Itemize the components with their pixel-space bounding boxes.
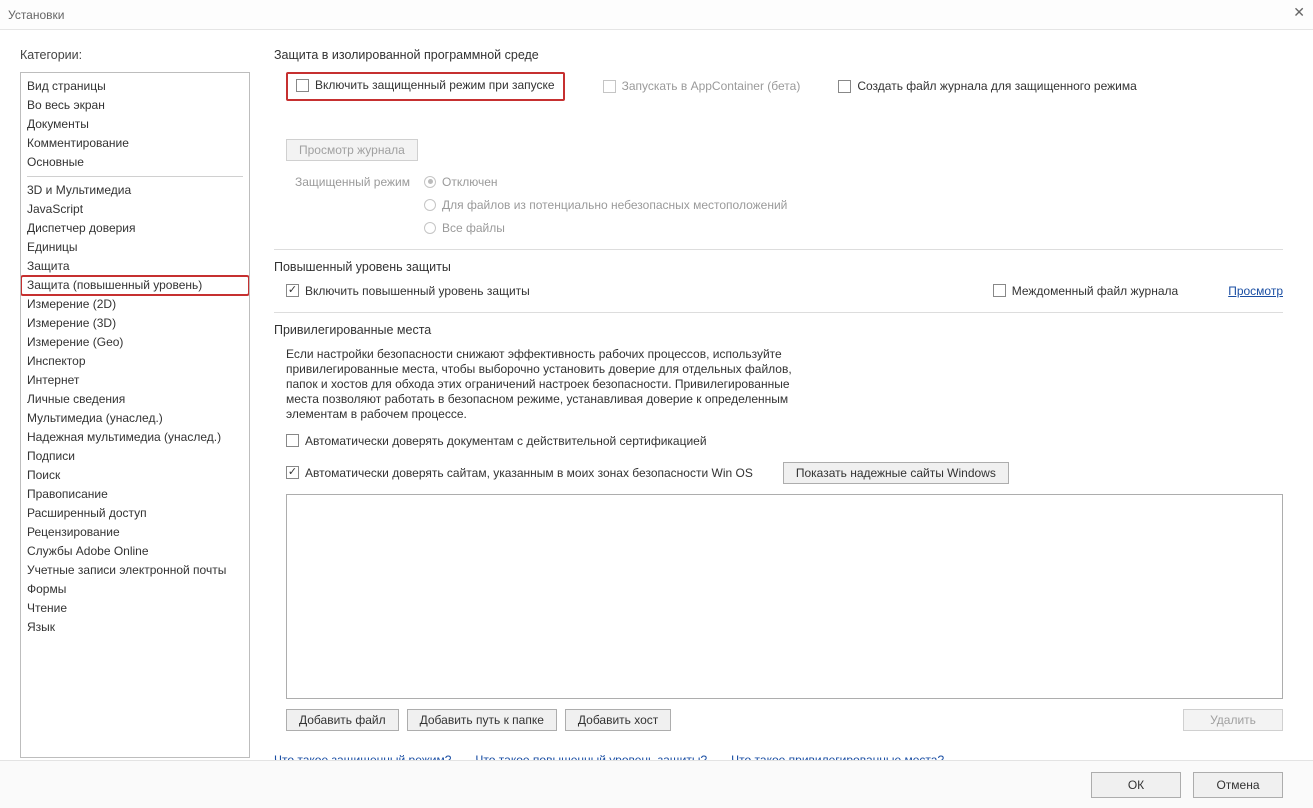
category-item[interactable]: Личные сведения [21, 390, 249, 409]
category-item[interactable]: Вид страницы [21, 77, 249, 96]
checkbox-icon [286, 284, 299, 297]
category-item[interactable]: Документы [21, 115, 249, 134]
category-item[interactable]: Подписи [21, 447, 249, 466]
category-item[interactable]: Интернет [21, 371, 249, 390]
create-log-checkbox[interactable]: Создать файл журнала для защищенного реж… [838, 79, 1136, 93]
section1-title: Защита в изолированной программной среде [274, 48, 1283, 62]
auto-trust-winos-checkbox[interactable]: Автоматически доверять сайтам, указанным… [286, 466, 753, 480]
radio-icon [424, 199, 436, 211]
link-what-privileged[interactable]: Что такое привилегированные места? [731, 753, 944, 761]
category-item[interactable]: Мультимедиа (унаслед.) [21, 409, 249, 428]
view-log-button: Просмотр журнала [286, 139, 418, 161]
close-icon[interactable]: ✕ [1293, 4, 1305, 21]
checkbox-icon [838, 80, 851, 93]
radio-unsafe: Для файлов из потенциально небезопасных … [424, 198, 787, 212]
footer: ОК Отмена [0, 760, 1313, 808]
category-item[interactable]: JavaScript [21, 200, 249, 219]
checkbox-icon [286, 466, 299, 479]
category-item[interactable]: Язык [21, 618, 249, 637]
privileged-list[interactable] [286, 494, 1283, 699]
category-list[interactable]: Вид страницыВо весь экранДокументыКоммен… [20, 72, 250, 758]
main-panel: Защита в изолированной программной среде… [260, 30, 1313, 760]
cancel-button[interactable]: Отмена [1193, 772, 1283, 798]
protected-mode-label: Защищенный режим [274, 175, 424, 189]
link-what-protected[interactable]: Что такое защищенный режим? [274, 753, 451, 761]
radio-icon [424, 222, 436, 234]
auto-trust-cert-checkbox[interactable]: Автоматически доверять документам с дейс… [286, 434, 1283, 448]
checkbox-icon [993, 284, 1006, 297]
ok-button[interactable]: ОК [1091, 772, 1181, 798]
category-item[interactable]: Во весь экран [21, 96, 249, 115]
category-item[interactable]: 3D и Мультимедиа [21, 181, 249, 200]
category-item[interactable]: Диспетчер доверия [21, 219, 249, 238]
section3-title: Привилегированные места [274, 323, 1283, 337]
view-link[interactable]: Просмотр [1228, 284, 1283, 298]
category-item[interactable]: Измерение (2D) [21, 295, 249, 314]
window-title: Установки [8, 8, 64, 22]
category-item[interactable]: Поиск [21, 466, 249, 485]
privileged-description: Если настройки безопасности снижают эффе… [286, 347, 806, 422]
add-folder-button[interactable]: Добавить путь к папке [407, 709, 557, 731]
checkbox-icon [286, 434, 299, 447]
add-file-button[interactable]: Добавить файл [286, 709, 399, 731]
category-item[interactable]: Измерение (Geo) [21, 333, 249, 352]
category-item[interactable]: Единицы [21, 238, 249, 257]
category-item[interactable]: Расширенный доступ [21, 504, 249, 523]
category-item[interactable]: Учетные записи электронной почты [21, 561, 249, 580]
category-item[interactable]: Службы Adobe Online [21, 542, 249, 561]
category-item[interactable]: Надежная мультимедиа (унаслед.) [21, 428, 249, 447]
category-item[interactable]: Защита (повышенный уровень) [21, 276, 249, 295]
add-host-button[interactable]: Добавить хост [565, 709, 671, 731]
cross-domain-log-checkbox[interactable]: Междоменный файл журнала [993, 284, 1178, 298]
category-item[interactable]: Чтение [21, 599, 249, 618]
delete-button: Удалить [1183, 709, 1283, 731]
sidebar-title: Категории: [20, 48, 250, 62]
category-item[interactable]: Инспектор [21, 352, 249, 371]
radio-icon [424, 176, 436, 188]
titlebar: Установки ✕ [0, 0, 1313, 30]
category-item[interactable]: Защита [21, 257, 249, 276]
category-item[interactable]: Основные [21, 153, 249, 172]
category-separator [27, 176, 243, 177]
enable-protected-checkbox[interactable]: Включить защищенный режим при запуске [296, 78, 555, 92]
link-what-enhanced[interactable]: Что такое повышенный уровень защиты? [475, 753, 707, 761]
category-item[interactable]: Измерение (3D) [21, 314, 249, 333]
highlight-enable-protected: Включить защищенный режим при запуске [286, 72, 565, 101]
category-item[interactable]: Формы [21, 580, 249, 599]
checkbox-icon [603, 80, 616, 93]
checkbox-icon [296, 79, 309, 92]
category-item[interactable]: Рецензирование [21, 523, 249, 542]
radio-off: Отключен [424, 175, 787, 189]
category-item[interactable]: Правописание [21, 485, 249, 504]
sidebar: Категории: Вид страницыВо весь экранДоку… [0, 30, 260, 760]
enable-enhanced-checkbox[interactable]: Включить повышенный уровень защиты [286, 284, 530, 298]
show-trusted-sites-button[interactable]: Показать надежные сайты Windows [783, 462, 1009, 484]
category-item[interactable]: Комментирование [21, 134, 249, 153]
radio-all: Все файлы [424, 221, 787, 235]
appcontainer-checkbox: Запускать в AppContainer (бета) [603, 79, 801, 93]
section2-title: Повышенный уровень защиты [274, 260, 1283, 274]
